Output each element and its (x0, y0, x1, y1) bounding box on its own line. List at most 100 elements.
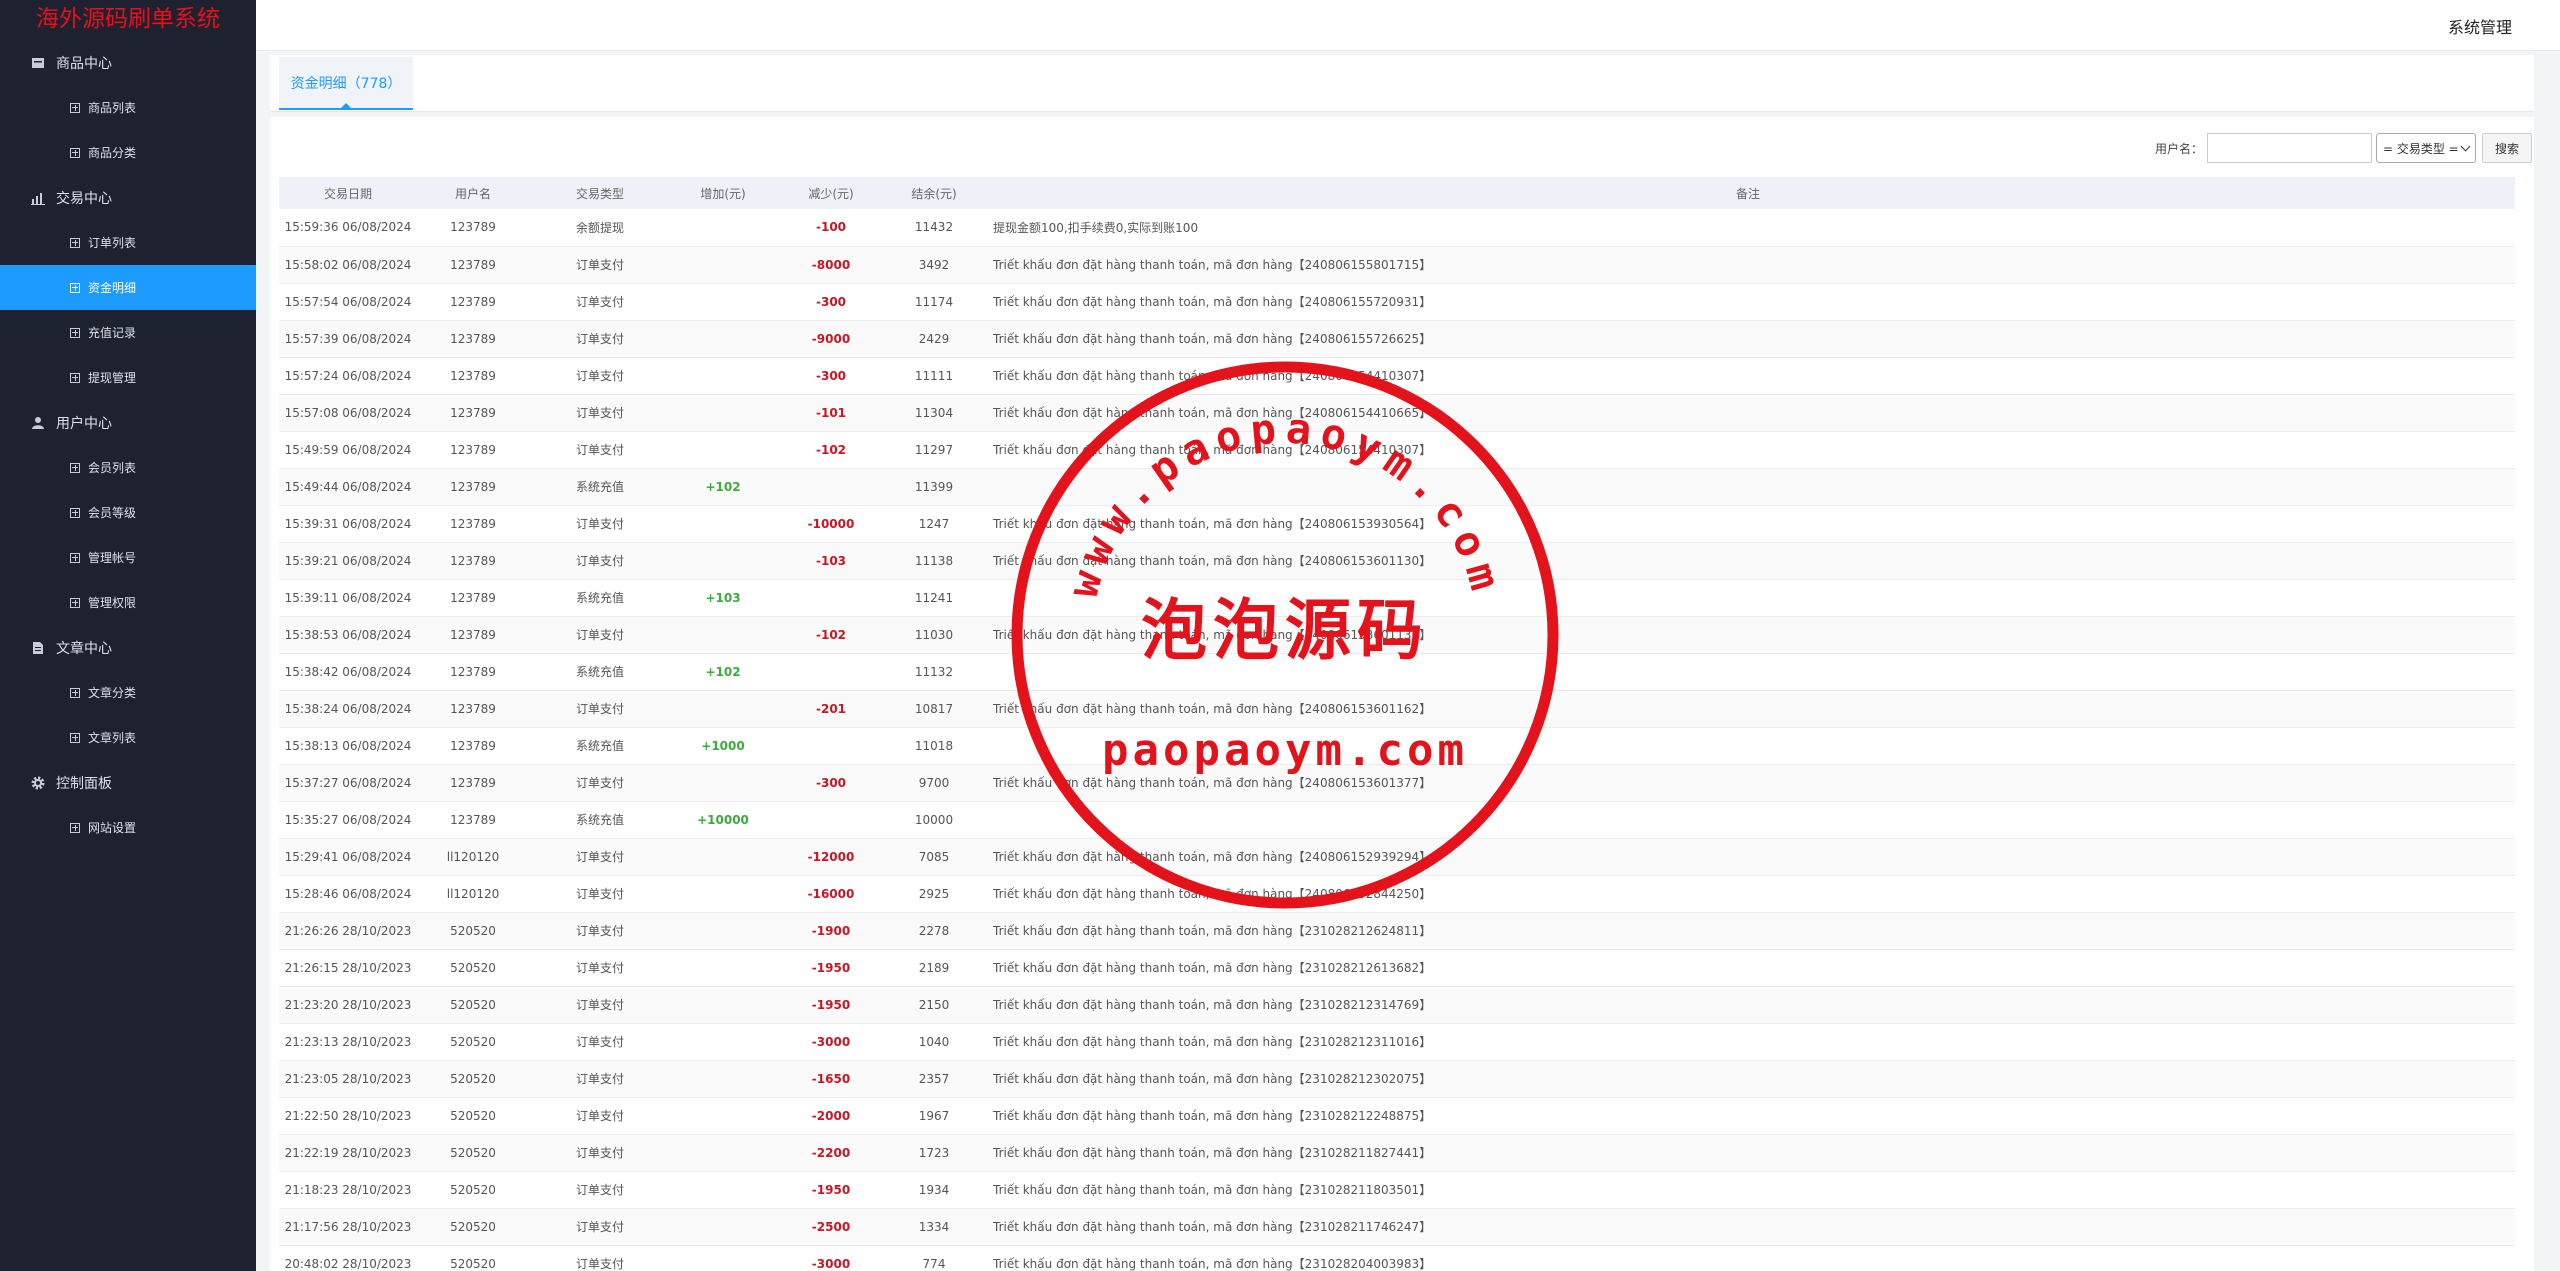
cell-date: 15:58:02 06/08/2024 (284, 257, 412, 272)
cell-type: 系统充值 (575, 739, 624, 753)
cell-decrease: -102 (815, 627, 847, 642)
tab-bar: 资金明细（778） (270, 55, 2534, 112)
cell-type: 订单支付 (575, 776, 624, 790)
sidebar-item-1-2[interactable]: 充值记录 (0, 310, 256, 355)
cell-date: 21:22:19 28/10/2023 (284, 1145, 412, 1160)
cell-type: 订单支付 (575, 332, 624, 346)
cell-increase (671, 394, 775, 431)
cell-date: 21:23:20 28/10/2023 (284, 997, 412, 1012)
cell-increase (671, 283, 775, 320)
cell-decrease: -102 (815, 442, 847, 457)
cell-username: 123789 (450, 664, 496, 679)
cell-note: Triết khấu đơn đặt hàng thanh toán, mã đ… (993, 443, 1432, 457)
cell-increase (671, 246, 775, 283)
sidebar-item-2-0[interactable]: 会员列表 (0, 445, 256, 490)
sidebar-group-label: 文章中心 (56, 640, 112, 657)
sidebar-item-1-3[interactable]: 提现管理 (0, 355, 256, 400)
sidebar-group-0[interactable]: 商品中心 (0, 40, 256, 85)
plus-square-icon (70, 597, 80, 608)
sidebar-item-label: 会员列表 (88, 461, 137, 475)
plus-square-icon (70, 282, 80, 293)
cell-increase (671, 616, 775, 653)
sidebar-item-label: 充值记录 (88, 326, 137, 340)
sidebar-group-1[interactable]: 交易中心 (0, 175, 256, 220)
cell-date: 15:29:41 06/08/2024 (284, 849, 412, 864)
user-icon (30, 415, 46, 431)
cell-type: 余额提现 (575, 220, 624, 235)
sidebar-item-1-0[interactable]: 订单列表 (0, 220, 256, 265)
cell-note: Triết khấu đơn đặt hàng thanh toán, mã đ… (993, 776, 1432, 790)
sidebar-group-2[interactable]: 用户中心 (0, 400, 256, 445)
sidebar-item-0-1[interactable]: 商品分类 (0, 130, 256, 175)
tab-fund-details[interactable]: 资金明细（778） (279, 57, 413, 110)
cell-username: 520520 (450, 1145, 496, 1160)
sidebar-item-3-0[interactable]: 文章分类 (0, 670, 256, 715)
cell-increase (671, 875, 775, 912)
plus-square-icon (70, 507, 80, 518)
table-header-row: 交易日期 用户名 交易类型 增加(元) 减少(元) 结余(元) 备注 (279, 177, 2515, 209)
cell-note (981, 468, 2515, 505)
table-row: 15:49:59 06/08/2024 123789 订单支付 -102 11297 Tr… (279, 431, 2515, 468)
sidebar-item-0-0[interactable]: 商品列表 (0, 85, 256, 130)
sidebar-item-4-0[interactable]: 网站设置 (0, 805, 256, 850)
cell-balance: 11174 (914, 294, 954, 309)
sidebar-item-label: 网站设置 (88, 821, 137, 835)
cell-username: 123789 (450, 775, 496, 790)
plus-square-icon (70, 147, 80, 158)
sidebar-item-label: 文章分类 (88, 686, 137, 700)
username-label: 用户名： (2154, 141, 2203, 156)
cell-type: 订单支付 (575, 258, 624, 272)
cell-note: Triết khấu đơn đặt hàng thanh toán, mã đ… (993, 332, 1432, 346)
sidebar-item-2-1[interactable]: 会员等级 (0, 490, 256, 535)
table-row: 21:23:05 28/10/2023 520520 订单支付 -1650 2357 Tr… (279, 1060, 2515, 1097)
cell-balance: 11132 (914, 664, 954, 679)
cell-note: Triết khấu đơn đặt hàng thanh toán, mã đ… (993, 369, 1432, 383)
table-row: 15:38:13 06/08/2024 123789 系统充值 +1000 11018 (279, 727, 2515, 764)
table-row: 21:22:50 28/10/2023 520520 订单支付 -2000 1967 Tr… (279, 1097, 2515, 1134)
username-input[interactable] (2207, 133, 2372, 163)
sidebar-item-2-3[interactable]: 管理权限 (0, 580, 256, 625)
cell-increase (671, 1171, 775, 1208)
cell-date: 21:26:26 28/10/2023 (284, 923, 412, 938)
cell-increase (671, 986, 775, 1023)
cell-decrease: -1950 (811, 960, 851, 975)
cell-note: Triết khấu đơn đặt hàng thanh toán, mã đ… (993, 554, 1432, 568)
search-button[interactable]: 搜索 (2482, 133, 2532, 163)
cell-increase: +103 (705, 590, 741, 605)
cell-balance: 3492 (918, 257, 950, 272)
transaction-type-select[interactable]: = 交易类型 = (2376, 133, 2476, 163)
cell-username: 520520 (450, 1108, 496, 1123)
table-row: 20:48:02 28/10/2023 520520 订单支付 -3000 774 Tri… (279, 1245, 2515, 1271)
cell-date: 15:35:27 06/08/2024 (284, 812, 412, 827)
sidebar-group-3[interactable]: 文章中心 (0, 625, 256, 670)
cell-type: 订单支付 (575, 702, 624, 716)
cell-decrease (775, 801, 887, 838)
cell-decrease: -8000 (811, 257, 851, 272)
sidebar-item-3-1[interactable]: 文章列表 (0, 715, 256, 760)
sidebar-item-2-2[interactable]: 管理帐号 (0, 535, 256, 580)
cell-note: Triết khấu đơn đặt hàng thanh toán, mã đ… (993, 406, 1432, 420)
cell-type: 订单支付 (575, 961, 624, 975)
table-row: 15:37:27 06/08/2024 123789 订单支付 -300 9700 Tri… (279, 764, 2515, 801)
cell-decrease: -201 (815, 701, 847, 716)
cell-balance: 11030 (914, 627, 954, 642)
system-management-link[interactable]: 系统管理 (2448, 14, 2512, 38)
table-row: 15:38:42 06/08/2024 123789 系统充值 +102 11132 (279, 653, 2515, 690)
cell-decrease (775, 468, 887, 505)
cell-increase (671, 1060, 775, 1097)
document-icon (30, 640, 46, 656)
cell-note (981, 579, 2515, 616)
cell-increase (671, 320, 775, 357)
cell-increase (671, 1023, 775, 1060)
sidebar-group-4[interactable]: 控制面板 (0, 760, 256, 805)
cell-increase (671, 764, 775, 801)
cell-type: 系统充值 (575, 591, 624, 605)
cell-date: 15:38:42 06/08/2024 (284, 664, 412, 679)
cell-username: 520520 (450, 1182, 496, 1197)
sidebar-item-label: 资金明细 (88, 281, 137, 295)
cell-balance: 1334 (918, 1219, 950, 1234)
transaction-type-value: = 交易类型 = (2383, 141, 2459, 156)
sidebar-item-1-1[interactable]: 资金明细 (0, 265, 256, 310)
plus-square-icon (70, 552, 80, 563)
cell-balance: 10000 (914, 812, 954, 827)
